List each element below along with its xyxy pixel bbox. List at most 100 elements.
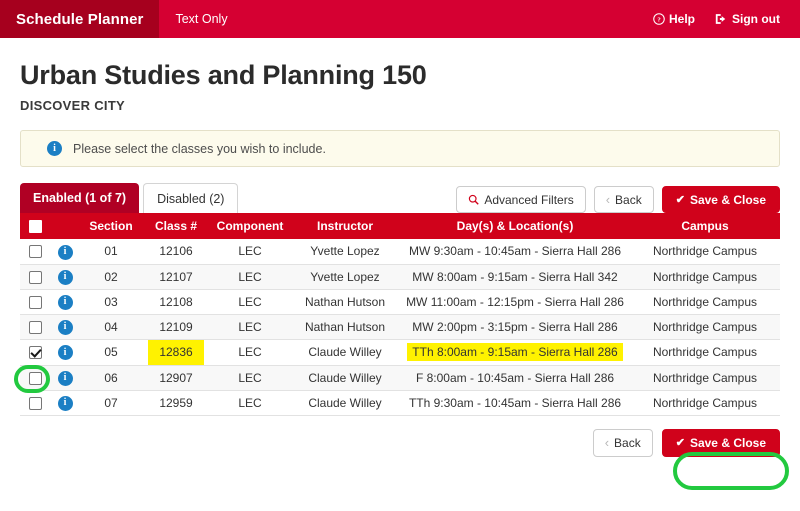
- info-alert-message: Please select the classes you wish to in…: [73, 141, 326, 156]
- info-icon[interactable]: i: [57, 294, 73, 310]
- nav-help-label: Help: [668, 12, 695, 26]
- row-info-cell[interactable]: i: [50, 339, 80, 366]
- info-icon[interactable]: i: [57, 319, 73, 335]
- row-day-location: MW 2:00pm - 3:15pm - Sierra Hall 286: [400, 314, 630, 340]
- info-icon[interactable]: i: [57, 395, 73, 411]
- column-header-day-location[interactable]: Day(s) & Location(s): [400, 213, 630, 239]
- info-icon: i: [47, 141, 62, 156]
- top-navbar: Schedule Planner Text Only ? Help Sign o…: [0, 0, 800, 38]
- row-campus: Northridge Campus: [630, 314, 780, 340]
- row-info-cell[interactable]: i: [50, 365, 80, 391]
- row-info-cell[interactable]: i: [50, 264, 80, 290]
- row-class-number: 12106: [142, 239, 210, 265]
- row-component: LEC: [210, 289, 290, 315]
- table-row[interactable]: i 04 12109 LEC Nathan Hutson MW 2:00pm - 3:15…: [20, 314, 780, 340]
- row-class-number: 12959: [142, 390, 210, 416]
- back-button-top[interactable]: ‹ Back: [593, 186, 654, 213]
- table-header-row: Section Class # Component Instructor Day…: [20, 213, 780, 239]
- row-section: 02: [80, 264, 142, 290]
- row-day-location: MW 11:00am - 12:15pm - Sierra Hall 286: [400, 289, 630, 315]
- annotation-ring-save-close: [673, 452, 789, 490]
- table-row[interactable]: i 05 12836 LEC Claude Willey TTh 8:00am - 9:1…: [20, 339, 780, 366]
- row-checkbox[interactable]: [28, 346, 42, 360]
- question-circle-icon: ?: [653, 13, 665, 25]
- row-checkbox[interactable]: [28, 295, 42, 309]
- tab-enabled[interactable]: Enabled (1 of 7): [20, 183, 140, 213]
- row-section: 04: [80, 314, 142, 340]
- class-sections-table: Section Class # Component Instructor Day…: [20, 213, 780, 416]
- column-header-component[interactable]: Component: [210, 213, 290, 239]
- row-component: LEC: [210, 390, 290, 416]
- row-checkbox[interactable]: [28, 396, 42, 410]
- row-checkbox-cell[interactable]: [20, 239, 50, 265]
- row-component: LEC: [210, 239, 290, 265]
- row-checkbox[interactable]: [28, 320, 42, 334]
- row-instructor: Claude Willey: [290, 390, 400, 416]
- row-campus: Northridge Campus: [630, 289, 780, 315]
- info-icon[interactable]: i: [57, 370, 73, 386]
- row-info-cell[interactable]: i: [50, 390, 80, 416]
- nav-text-only[interactable]: Text Only: [159, 0, 243, 38]
- row-class-number: 12907: [142, 365, 210, 391]
- row-info-cell[interactable]: i: [50, 289, 80, 315]
- row-instructor: Nathan Hutson: [290, 289, 400, 315]
- table-row[interactable]: i 02 12107 LEC Yvette Lopez MW 8:00am - 9:15a…: [20, 264, 780, 290]
- footer-save-close-button[interactable]: ✔ Save & Close: [661, 428, 780, 457]
- info-icon[interactable]: i: [57, 345, 73, 361]
- row-class-number: 12108: [142, 289, 210, 315]
- row-campus: Northridge Campus: [630, 264, 780, 290]
- tab-disabled[interactable]: Disabled (2): [143, 183, 239, 213]
- select-all-checkbox[interactable]: [28, 220, 42, 234]
- row-class-number-highlight: 12836: [148, 339, 204, 365]
- column-header-campus[interactable]: Campus: [630, 213, 780, 239]
- save-close-button-top[interactable]: ✔ Save & Close: [661, 186, 780, 213]
- back-label-bottom: Back: [614, 435, 641, 450]
- row-checkbox-cell[interactable]: [20, 264, 50, 290]
- row-day-location: MW 8:00am - 9:15am - Sierra Hall 342: [400, 264, 630, 290]
- row-component: LEC: [210, 339, 290, 366]
- back-button-bottom[interactable]: ‹ Back: [592, 428, 653, 457]
- info-alert: i Please select the classes you wish to …: [20, 130, 780, 167]
- tab-list: Enabled (1 of 7) Disabled (2): [20, 183, 239, 213]
- row-checkbox-cell[interactable]: [20, 339, 50, 366]
- row-checkbox-cell[interactable]: [20, 365, 50, 391]
- row-checkbox-cell[interactable]: [20, 314, 50, 340]
- nav-sign-out-label: Sign out: [732, 12, 780, 26]
- table-row[interactable]: i 06 12907 LEC Claude Willey F 8:00am - 10:45…: [20, 365, 780, 391]
- sign-out-icon: [715, 13, 728, 25]
- row-class-number: 12109: [142, 314, 210, 340]
- footer-button-group: ‹ Back ✔ Save & Close: [20, 428, 780, 457]
- check-icon: ✔: [675, 194, 685, 206]
- row-checkbox[interactable]: [28, 245, 42, 259]
- column-header-class-number[interactable]: Class #: [142, 213, 210, 239]
- advanced-filters-button[interactable]: Advanced Filters: [456, 186, 586, 213]
- select-all-header[interactable]: [20, 213, 50, 239]
- table-row[interactable]: i 07 12959 LEC Claude Willey TTh 9:30am - 10:…: [20, 390, 780, 416]
- table-row[interactable]: i 01 12106 LEC Yvette Lopez MW 9:30am - 10:45…: [20, 239, 780, 265]
- row-checkbox[interactable]: [28, 270, 42, 284]
- info-icon[interactable]: i: [57, 244, 73, 260]
- nav-sign-out-link[interactable]: Sign out: [705, 0, 790, 38]
- row-section: 06: [80, 365, 142, 391]
- row-info-cell[interactable]: i: [50, 314, 80, 340]
- column-header-section[interactable]: Section: [80, 213, 142, 239]
- table-row[interactable]: i 03 12108 LEC Nathan Hutson MW 11:00am - 12:…: [20, 289, 780, 315]
- column-header-instructor[interactable]: Instructor: [290, 213, 400, 239]
- row-info-cell[interactable]: i: [50, 239, 80, 265]
- row-checkbox-cell[interactable]: [20, 289, 50, 315]
- page-title: Urban Studies and Planning 150: [20, 60, 427, 90]
- row-campus: Northridge Campus: [630, 365, 780, 391]
- row-checkbox[interactable]: [28, 371, 42, 385]
- brand-logo[interactable]: Schedule Planner: [0, 0, 160, 38]
- table-head: Section Class # Component Instructor Day…: [20, 213, 780, 239]
- row-class-number: 12836: [142, 339, 210, 366]
- check-icon: ✔: [675, 437, 685, 449]
- row-component: LEC: [210, 264, 290, 290]
- row-section: 05: [80, 339, 142, 366]
- info-icon[interactable]: i: [57, 269, 73, 285]
- save-close-label-top: Save & Close: [689, 192, 766, 207]
- row-checkbox-cell[interactable]: [20, 390, 50, 416]
- row-instructor: Yvette Lopez: [290, 264, 400, 290]
- chevron-left-icon: ‹: [605, 192, 611, 207]
- nav-help-link[interactable]: ? Help: [643, 0, 705, 38]
